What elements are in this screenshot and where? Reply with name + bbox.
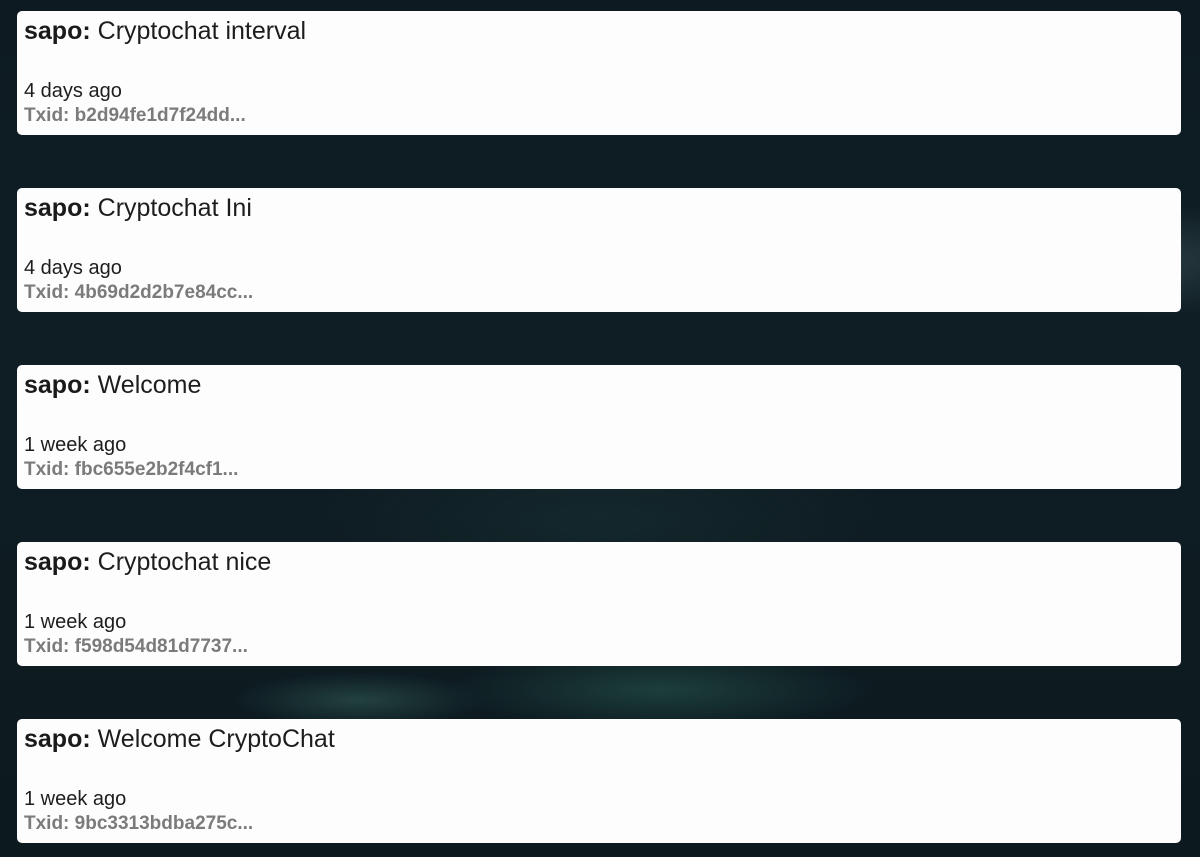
timestamp: 1 week ago: [24, 434, 127, 456]
message-text: Cryptochat nice: [97, 548, 272, 576]
message-text: Cryptochat Ini: [97, 194, 252, 222]
txid[interactable]: Txid: f598d54d81d7737...: [24, 635, 248, 659]
txid-value: 4b69d2d2b7e84cc...: [74, 282, 254, 303]
txid[interactable]: Txid: 9bc3313bdba275c...: [24, 812, 253, 836]
message-text: Welcome CryptoChat: [97, 725, 335, 753]
sender-name: sapo:: [24, 548, 91, 576]
sender-name: sapo:: [24, 371, 91, 399]
sender-name: sapo:: [24, 194, 91, 222]
timestamp: 1 week ago: [24, 611, 127, 633]
txid-value: fbc655e2b2f4cf1...: [74, 459, 239, 480]
txid[interactable]: Txid: fbc655e2b2f4cf1...: [24, 458, 238, 482]
txid[interactable]: Txid: 4b69d2d2b7e84cc...: [24, 281, 253, 305]
timestamp: 1 week ago: [24, 788, 127, 810]
timestamp: 4 days ago: [24, 80, 122, 102]
sender-name: sapo:: [24, 17, 91, 45]
message-line: sapo: Cryptochat nice: [24, 546, 1174, 578]
message-feed: sapo: Cryptochat interval 4 days ago Txi…: [17, 11, 1181, 857]
sender-name: sapo:: [24, 725, 91, 753]
message-line: sapo: Welcome: [24, 369, 1174, 401]
txid-label: Txid:: [24, 282, 70, 303]
txid-value: b2d94fe1d7f24dd...: [74, 105, 246, 126]
message-text: Welcome: [97, 371, 202, 399]
txid[interactable]: Txid: b2d94fe1d7f24dd...: [24, 104, 246, 128]
txid-value: f598d54d81d7737...: [74, 636, 248, 657]
message-card[interactable]: sapo: Welcome CryptoChat 1 week ago Txid…: [17, 719, 1181, 843]
message-card[interactable]: sapo: Cryptochat Ini 4 days ago Txid: 4b…: [17, 188, 1181, 312]
txid-label: Txid:: [24, 636, 70, 657]
message-card[interactable]: sapo: Cryptochat interval 4 days ago Txi…: [17, 11, 1181, 135]
message-text: Cryptochat interval: [97, 17, 307, 45]
txid-label: Txid:: [24, 105, 70, 126]
message-line: sapo: Cryptochat Ini: [24, 192, 1174, 224]
message-card[interactable]: sapo: Cryptochat nice 1 week ago Txid: f…: [17, 542, 1181, 666]
txid-label: Txid:: [24, 813, 70, 834]
txid-label: Txid:: [24, 459, 70, 480]
message-line: sapo: Cryptochat interval: [24, 15, 1174, 47]
message-card[interactable]: sapo: Welcome 1 week ago Txid: fbc655e2b…: [17, 365, 1181, 489]
message-line: sapo: Welcome CryptoChat: [24, 723, 1174, 755]
timestamp: 4 days ago: [24, 257, 122, 279]
txid-value: 9bc3313bdba275c...: [74, 813, 254, 834]
